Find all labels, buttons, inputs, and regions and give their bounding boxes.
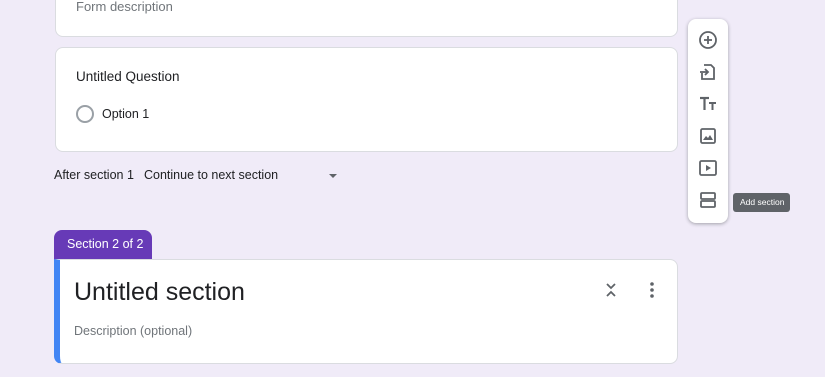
more-vert-icon bbox=[650, 282, 654, 298]
add-video-button[interactable] bbox=[696, 156, 720, 180]
after-section-label: After section 1 bbox=[54, 168, 134, 182]
add-image-button[interactable] bbox=[696, 124, 720, 148]
section-title[interactable]: Untitled section bbox=[74, 278, 245, 307]
form-description-field[interactable]: Form description bbox=[76, 0, 173, 14]
collapse-section-button[interactable] bbox=[602, 280, 620, 300]
import-questions-button[interactable] bbox=[696, 60, 720, 84]
add-title-button[interactable] bbox=[696, 92, 720, 116]
add-title-icon bbox=[700, 96, 716, 110]
form-header-card: Form description bbox=[55, 0, 678, 37]
add-question-icon bbox=[699, 31, 717, 49]
add-question-button[interactable] bbox=[696, 28, 720, 52]
add-video-icon bbox=[699, 160, 717, 176]
floating-toolbar bbox=[688, 19, 728, 223]
add-section-tooltip: Add section bbox=[733, 193, 790, 212]
question-card[interactable]: Untitled Question Option 1 bbox=[55, 47, 678, 152]
add-section-icon bbox=[700, 192, 716, 208]
section-description-field[interactable]: Description (optional) bbox=[74, 324, 192, 338]
dropdown-arrow-icon bbox=[329, 174, 337, 178]
option-row[interactable]: Option 1 bbox=[76, 105, 149, 123]
radio-circle-icon bbox=[76, 105, 94, 123]
section-tab: Section 2 of 2 bbox=[54, 230, 152, 261]
option-label[interactable]: Option 1 bbox=[102, 107, 149, 121]
add-image-icon bbox=[700, 128, 716, 144]
collapse-icon bbox=[606, 283, 616, 297]
more-options-button[interactable] bbox=[644, 280, 660, 300]
after-section-selected-value: Continue to next section bbox=[144, 168, 279, 182]
question-title[interactable]: Untitled Question bbox=[76, 69, 180, 84]
after-section-dropdown[interactable]: Continue to next section bbox=[144, 168, 339, 182]
import-questions-icon bbox=[700, 64, 715, 80]
add-section-button[interactable] bbox=[696, 188, 720, 212]
section-card[interactable]: Untitled section Description (optional) bbox=[54, 259, 678, 364]
